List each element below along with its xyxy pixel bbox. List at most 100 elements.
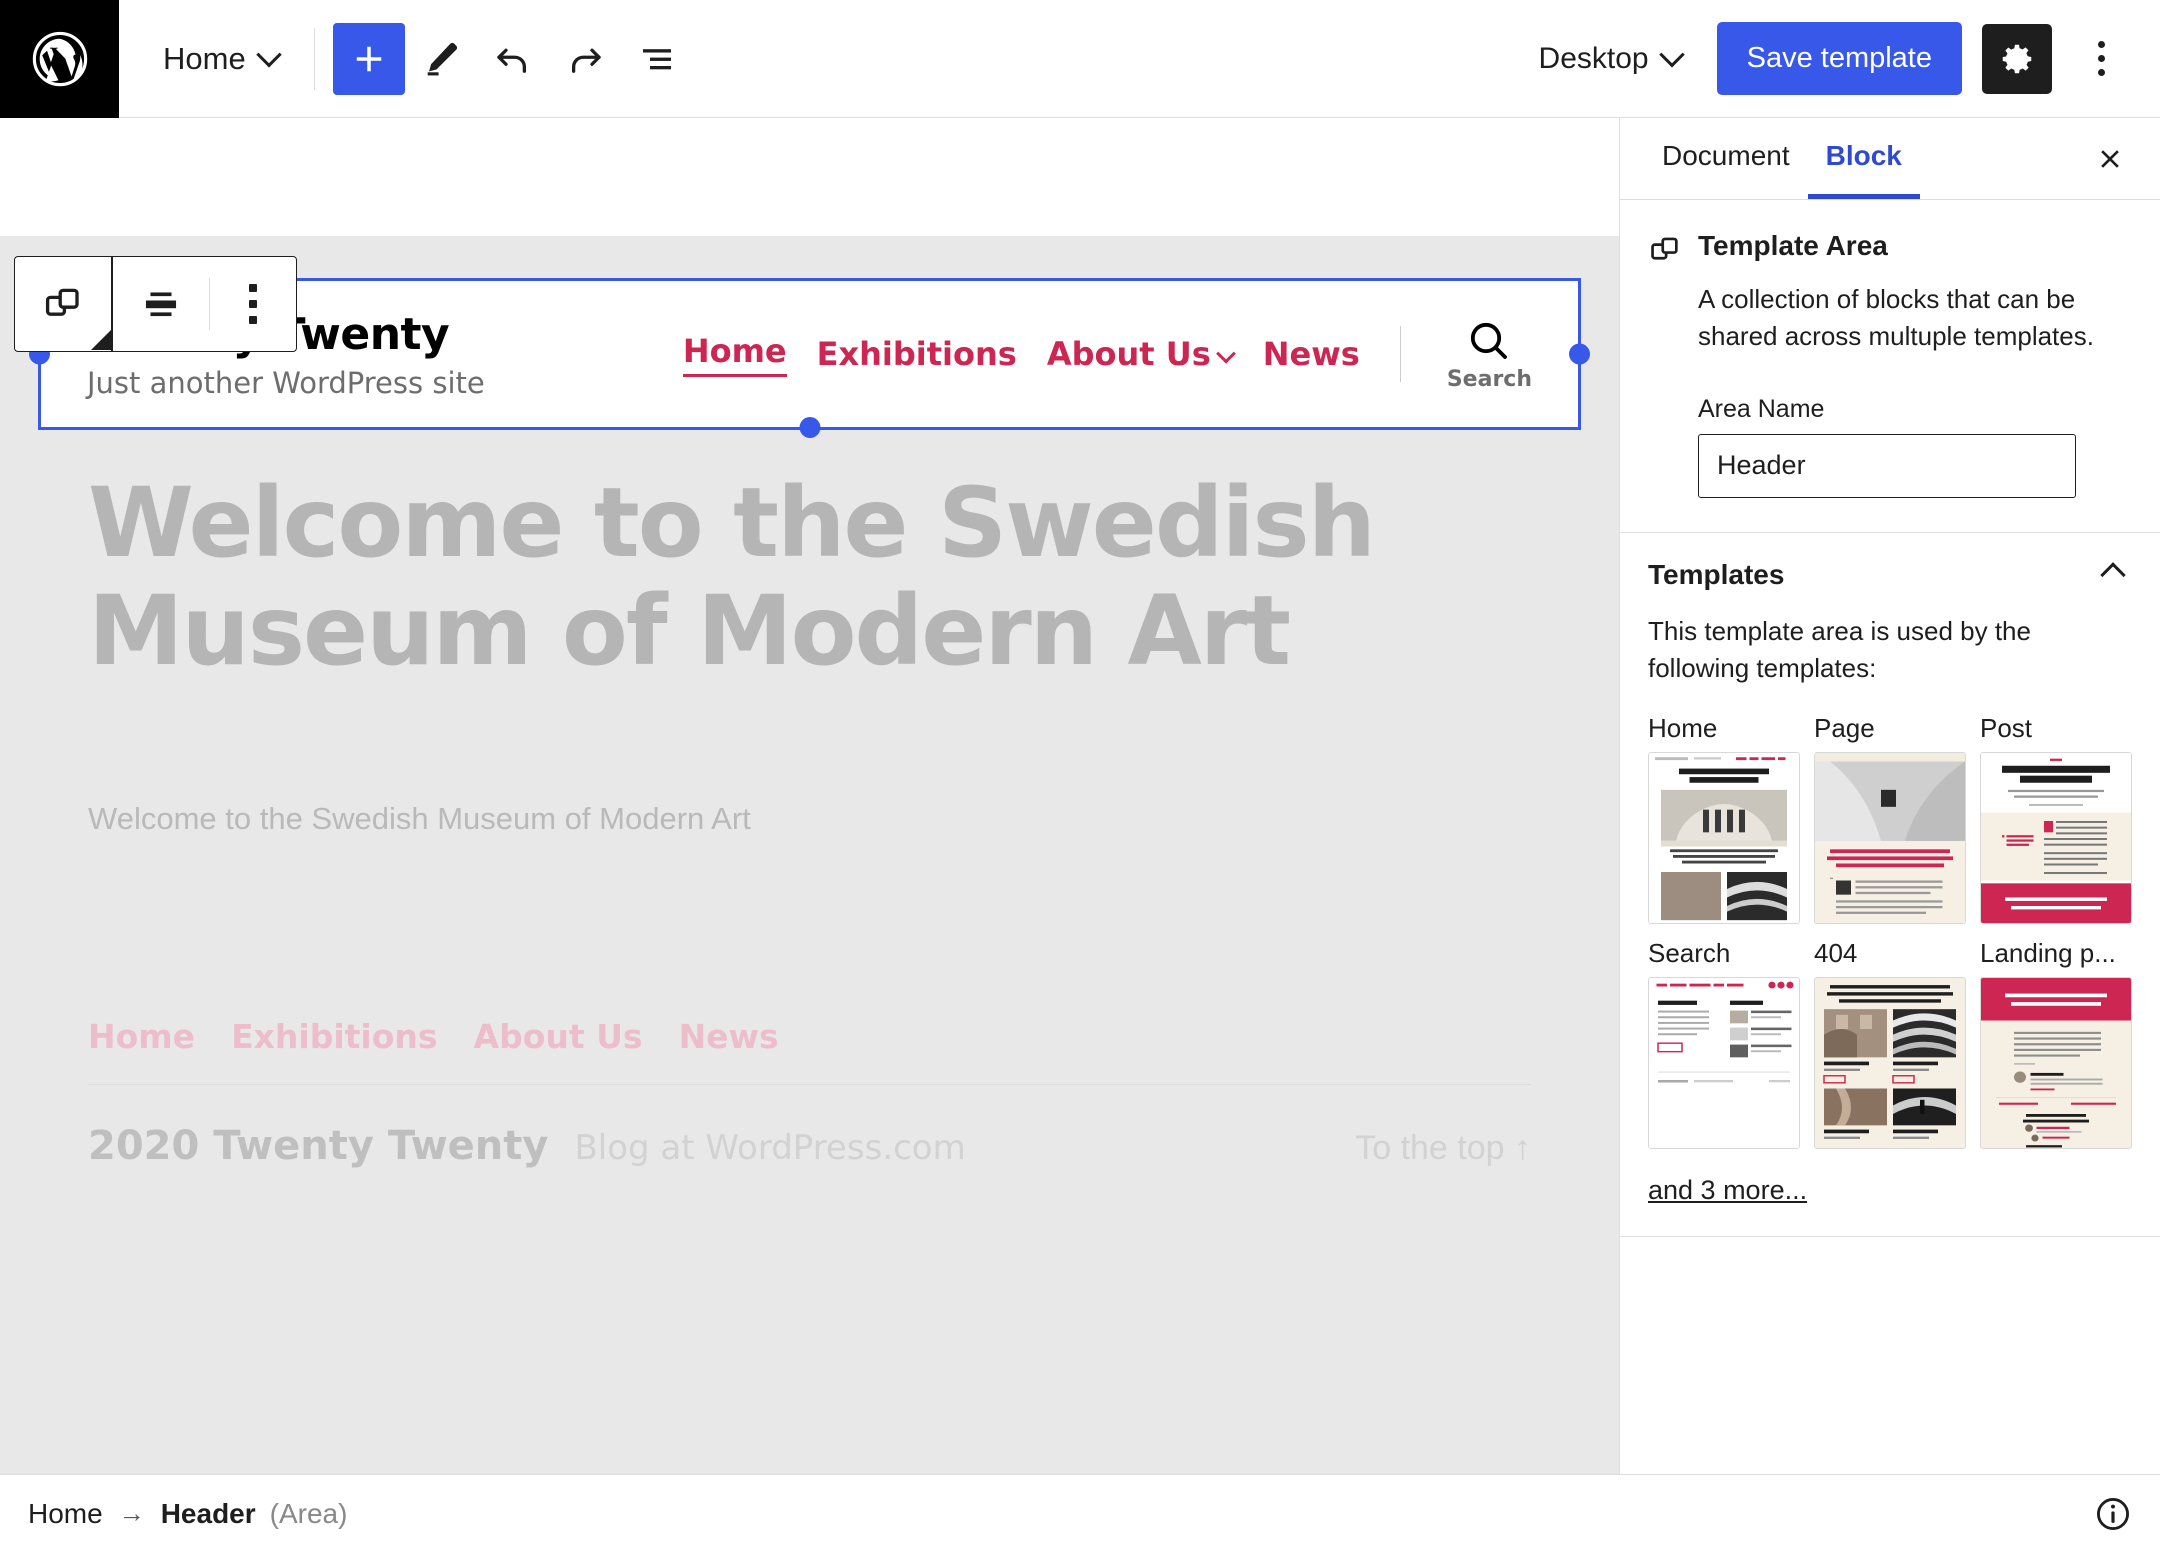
search-label: Search	[1446, 366, 1532, 392]
chevron-down-icon	[255, 41, 282, 67]
nav-item-about-us[interactable]: About Us	[1047, 335, 1236, 373]
footer-divider	[88, 1084, 1531, 1086]
footer-nav-item-exhibitions[interactable]: Exhibitions	[231, 1017, 437, 1056]
template-name: Page	[1814, 712, 1875, 743]
dropdown-corner-indicator	[91, 330, 111, 350]
template-name: Post	[1980, 712, 2033, 743]
templates-panel-header[interactable]: Templates	[1648, 559, 2132, 591]
list-view-button[interactable]	[621, 23, 693, 95]
and-more-templates-link[interactable]: and 3 more...	[1648, 1175, 1807, 1206]
header-navigation: Home Exhibitions About Us News Search	[682, 317, 1532, 392]
block-options-button[interactable]	[210, 257, 296, 350]
chevron-down-icon	[1215, 343, 1236, 364]
home-template-thumbnail[interactable]	[1648, 751, 1800, 924]
templates-panel: Templates This template area is used by …	[1620, 533, 2160, 1237]
templates-grid: Home Page Post Search 404 Landing p...	[1648, 713, 2132, 1149]
list-view-icon	[642, 48, 671, 69]
site-tagline[interactable]: Just another WordPress site	[87, 366, 485, 400]
top-bar-right-tools: Desktop Save template	[1523, 0, 2160, 117]
template-area-icon	[45, 288, 79, 316]
area-name-input[interactable]	[1698, 433, 2076, 498]
block-info-header: Template Area	[1648, 230, 2132, 267]
page-template-thumbnail[interactable]	[1814, 751, 1966, 924]
template-name: Home	[1648, 712, 1718, 743]
footer-nav-item-home[interactable]: Home	[88, 1017, 195, 1056]
404-template-thumbnail[interactable]	[1814, 976, 1966, 1149]
breadcrumb-current[interactable]: Header	[161, 1498, 256, 1530]
nav-item-exhibitions[interactable]: Exhibitions	[817, 335, 1017, 373]
tools-button[interactable]	[405, 23, 477, 95]
resize-handle-bottom[interactable]	[799, 417, 820, 438]
document-name-label: Home	[163, 40, 246, 76]
footer-nav-item-news[interactable]: News	[679, 1017, 779, 1056]
info-circle-icon	[2097, 1497, 2129, 1530]
undo-button[interactable]	[477, 23, 549, 95]
editor-root: Home Desktop Save template Twenty Just a…	[0, 0, 2160, 1552]
breadcrumb-root[interactable]: Home	[28, 1498, 103, 1530]
post-template-thumbnail[interactable]	[1980, 751, 2132, 924]
undo-arrow-icon	[497, 48, 526, 73]
device-preview-label: Desktop	[1538, 41, 1649, 75]
more-options-button[interactable]	[2072, 24, 2130, 94]
template-card-landing-page: Landing p...	[1980, 938, 2132, 1149]
templates-panel-note: This template area is used by the follow…	[1648, 615, 2031, 683]
footer-credit[interactable]: Blog at WordPress.com	[574, 1128, 965, 1168]
footer-navigation: Home Exhibitions About Us News	[88, 1017, 1531, 1056]
editor-canvas-column: Twenty Twenty Just another WordPress sit…	[0, 118, 1620, 1474]
template-name: 404	[1814, 937, 1858, 968]
landing-page-template-thumbnail[interactable]	[1980, 976, 2132, 1149]
device-preview-dropdown[interactable]: Desktop	[1523, 30, 1697, 88]
editor-top-bar: Home Desktop Save template	[0, 0, 2160, 118]
chevron-up-icon	[2100, 562, 2126, 588]
template-card-page: Page	[1814, 713, 1966, 924]
footer-nav-item-about-us[interactable]: About Us	[474, 1017, 643, 1056]
top-bar-left-tools: Home	[119, 0, 693, 117]
add-block-button[interactable]	[332, 22, 405, 95]
redo-button[interactable]	[549, 23, 621, 95]
kebab-menu-icon	[248, 283, 257, 292]
info-button[interactable]	[2094, 1495, 2132, 1533]
template-card-404: 404	[1814, 938, 1966, 1149]
close-sidebar-button[interactable]	[2084, 118, 2136, 199]
template-card-post: Post	[1980, 713, 2132, 924]
template-name: Landing p...	[1980, 937, 2116, 968]
editor-body: Twenty Twenty Just another WordPress sit…	[0, 118, 2160, 1474]
align-button[interactable]	[113, 257, 209, 350]
block-info-section: Template Area A collection of blocks tha…	[1620, 200, 2160, 533]
gear-icon	[2002, 44, 2032, 73]
breadcrumb-suffix: (Area)	[269, 1497, 348, 1529]
block-description: A collection of blocks that can be share…	[1698, 284, 2094, 351]
footer-bottom: 2020 Twenty Twenty Blog at WordPress.com…	[88, 1123, 1531, 1169]
toolbar-divider	[313, 27, 315, 90]
chevron-down-icon	[1658, 41, 1685, 67]
to-the-top-link[interactable]: To the top ↑	[1355, 1129, 1531, 1168]
page-excerpt: Welcome to the Swedish Museum of Modern …	[88, 801, 751, 837]
header-search-toggle[interactable]: Search	[1447, 317, 1532, 392]
page-heading: Welcome to the Swedish Museum of Modern …	[88, 467, 1376, 687]
template-card-home: Home	[1648, 713, 1800, 924]
search-magnifier-icon	[1471, 322, 1508, 359]
area-name-label: Area Name	[1698, 394, 1825, 423]
breadcrumb-arrow-icon: →	[118, 1498, 145, 1528]
block-toolbar	[14, 256, 297, 352]
redo-arrow-icon	[571, 48, 601, 73]
nav-item-news[interactable]: News	[1263, 335, 1360, 373]
search-template-thumbnail[interactable]	[1648, 976, 1800, 1149]
tab-document[interactable]: Document	[1644, 118, 1808, 199]
save-template-button[interactable]: Save template	[1716, 22, 1962, 95]
settings-sidebar-toggle[interactable]	[1982, 23, 2052, 94]
page-content-preview: Welcome to the Swedish Museum of Modern …	[0, 430, 1619, 1169]
block-type-button[interactable]	[15, 257, 111, 350]
template-name: Search	[1648, 937, 1731, 968]
template-card-search: Search	[1648, 938, 1800, 1149]
tab-block[interactable]: Block	[1807, 118, 1920, 199]
document-name-dropdown[interactable]: Home	[145, 31, 296, 87]
pencil-icon	[427, 42, 457, 75]
nav-item-home[interactable]: Home	[682, 332, 787, 377]
editor-status-bar: Home → Header (Area)	[0, 1474, 2160, 1552]
kebab-menu-icon	[2097, 41, 2105, 48]
wordpress-logo-icon[interactable]	[0, 0, 119, 118]
nav-divider	[1399, 326, 1401, 382]
resize-handle-right[interactable]	[1569, 343, 1590, 365]
editor-canvas: Twenty Twenty Just another WordPress sit…	[0, 236, 1619, 1474]
